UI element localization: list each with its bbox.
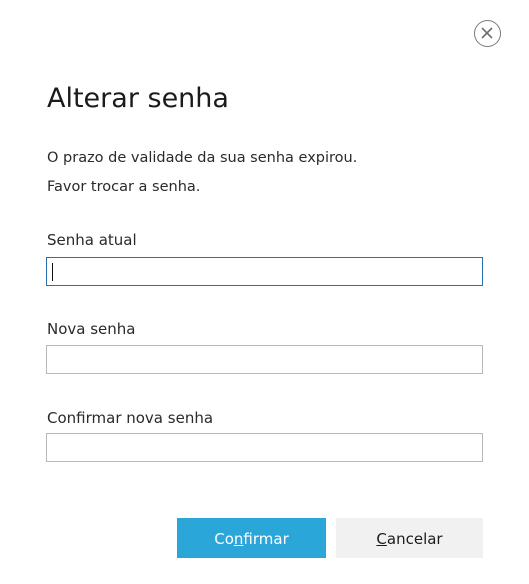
expiry-message: O prazo de validade da sua senha expirou…: [47, 150, 358, 166]
cancel-button[interactable]: Cancelar: [336, 518, 483, 558]
current-password-input[interactable]: [46, 257, 483, 286]
current-password-label: Senha atual: [47, 231, 137, 249]
dialog-title: Alterar senha: [47, 83, 229, 114]
new-password-label: Nova senha: [47, 320, 136, 338]
confirm-password-label: Confirmar nova senha: [47, 409, 214, 427]
close-icon: [481, 27, 493, 39]
change-password-dialog: Alterar senha O prazo de validade da sua…: [0, 0, 529, 584]
close-button[interactable]: [474, 20, 501, 47]
change-request-message: Favor trocar a senha.: [47, 179, 201, 195]
text-caret: [52, 263, 53, 281]
cancel-button-mnemonic: C: [376, 530, 387, 548]
confirm-button-label-start: Co: [214, 530, 234, 548]
confirm-button-mnemonic: n: [233, 530, 244, 548]
cancel-button-label-end: ancelar: [386, 530, 443, 548]
confirm-password-input[interactable]: [46, 433, 483, 462]
confirm-button[interactable]: Confirmar: [177, 518, 326, 558]
new-password-input[interactable]: [46, 345, 483, 374]
confirm-button-label-end: firmar: [243, 530, 289, 548]
